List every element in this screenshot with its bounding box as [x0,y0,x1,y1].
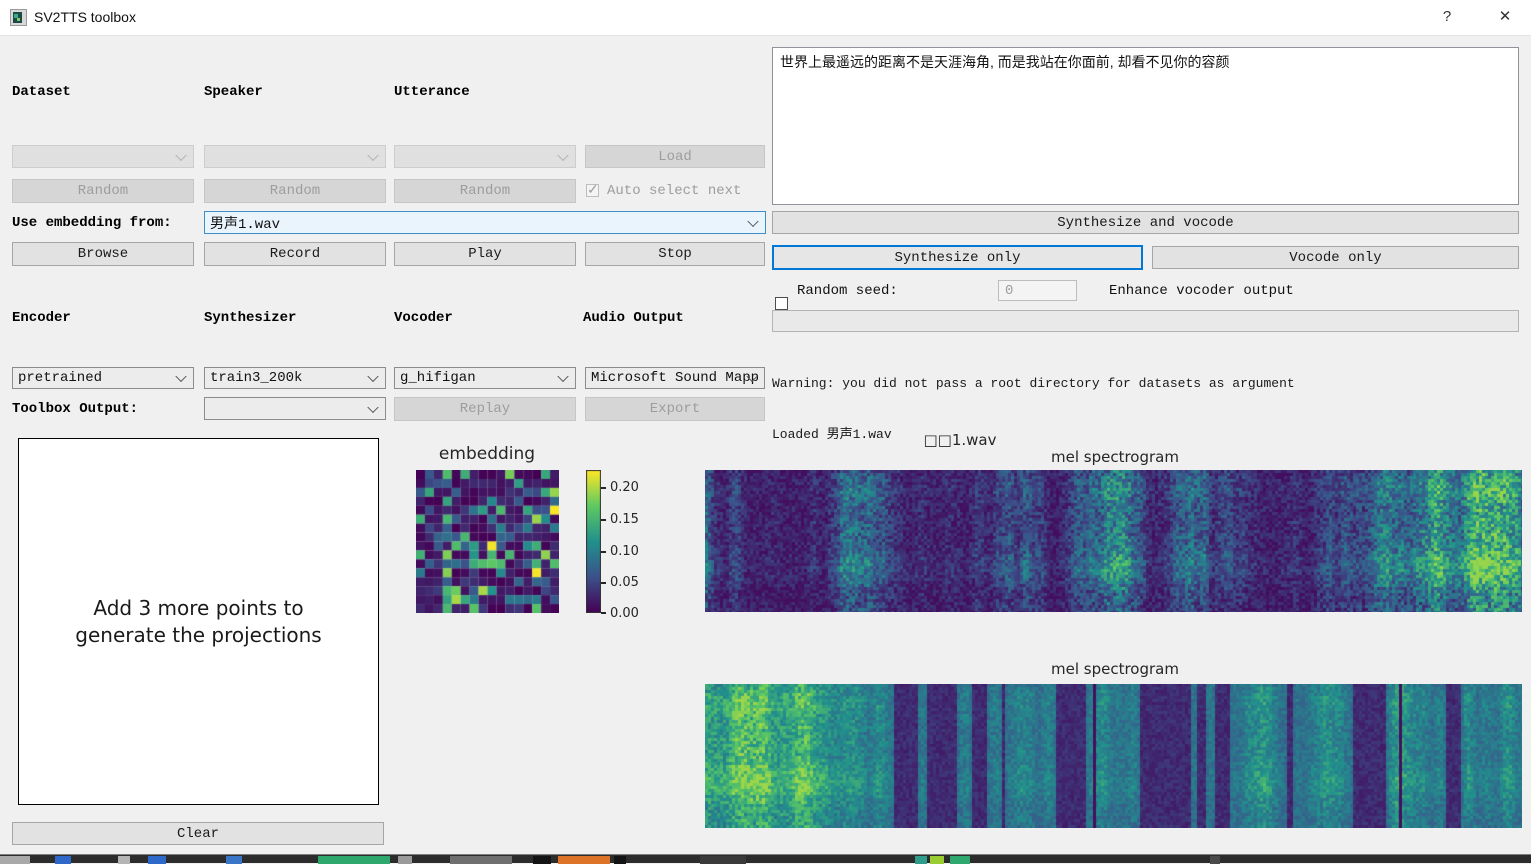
projections-panel[interactable]: Add 3 more points to generate the projec… [18,438,379,805]
utterance-random-button[interactable]: Random [394,179,576,203]
vocoder-label: Vocoder [394,310,453,326]
app-icon [10,9,27,26]
embedding-heatmap [416,470,559,613]
speaker-select[interactable] [204,145,386,168]
taskbar-strip [0,854,1531,863]
close-button[interactable]: ✕ [1490,4,1520,30]
chevron-down-icon [367,149,378,160]
export-button[interactable]: Export [585,397,765,421]
colorbar-tickmark [601,487,606,489]
utterance-label: Utterance [394,84,470,100]
colorbar-tickmark [601,612,606,614]
enhance-vocoder-label: Enhance vocoder output [1109,283,1294,299]
embedding-source-value: 男声1.wav [210,213,280,233]
toolbox-output-label: Toolbox Output: [12,401,138,417]
text-input-area[interactable]: 世界上最遥远的距离不是天涯海角, 而是我站在你面前, 却看不见你的容颜 [772,47,1519,205]
colorbar-tickmark [601,582,606,584]
synthesizer-select[interactable]: train3_200k [204,367,386,389]
use-embedding-label: Use embedding from: [12,215,172,231]
colorbar-tick: 0.10 [610,544,639,559]
chevron-down-icon [747,215,758,226]
vocoder-value: g_hifigan [400,370,476,386]
chevron-down-icon [367,401,378,412]
auto-select-next-checkbox[interactable]: ✓ [586,184,599,197]
log-line: Warning: you did not pass a root directo… [772,375,1527,392]
colorbar-tickmark [601,519,606,521]
encoder-value: pretrained [18,370,102,386]
dataset-label: Dataset [12,84,71,100]
synthesizer-label: Synthesizer [204,310,296,326]
load-button[interactable]: Load [585,145,765,168]
colorbar-tick: 0.20 [610,480,639,495]
synthesizer-value: train3_200k [210,370,302,386]
speaker-random-button[interactable]: Random [204,179,386,203]
titlebar[interactable]: SV2TTS toolbox ? ✕ [0,0,1531,36]
synthesize-only-button[interactable]: Synthesize only [772,245,1143,270]
random-seed-label: Random seed: [797,283,898,299]
vocoder-select[interactable]: g_hifigan [394,367,576,389]
encoder-label: Encoder [12,310,71,326]
encoder-select[interactable]: pretrained [12,367,194,389]
progress-bar [772,310,1519,332]
chevron-down-icon [367,371,378,382]
projections-message-line1: Add 3 more points to [75,595,321,622]
utterance-select[interactable] [394,145,576,168]
replay-button[interactable]: Replay [394,397,576,421]
stop-button[interactable]: Stop [585,242,765,266]
mel-spectrogram-top-title: mel spectrogram [1020,448,1210,466]
clear-button[interactable]: Clear [12,822,384,845]
auto-select-next-label: Auto select next [607,183,741,199]
log-output: Warning: you did not pass a root directo… [772,341,1527,429]
mel-spectrogram-bottom-title: mel spectrogram [1020,660,1210,678]
embedding-plot-title: embedding [410,444,564,464]
play-button[interactable]: Play [394,242,576,266]
help-button[interactable]: ? [1432,4,1462,30]
chevron-down-icon [175,149,186,160]
vocode-only-button[interactable]: Vocode only [1152,246,1519,269]
audio-output-select[interactable]: Microsoft Sound Mapp [585,367,765,389]
colorbar-tick: 0.15 [610,512,639,527]
embedding-source-select[interactable]: 男声1.wav [204,211,766,234]
speaker-label: Speaker [204,84,263,100]
toolbox-output-select[interactable] [204,397,386,420]
chevron-down-icon [557,149,568,160]
synthesize-and-vocode-button[interactable]: Synthesize and vocode [772,211,1519,234]
audio-output-value: Microsoft Sound Mapp [591,370,759,386]
seed-input[interactable] [998,280,1077,301]
random-seed-checkbox[interactable] [775,297,788,310]
chevron-down-icon [175,371,186,382]
record-button[interactable]: Record [204,242,386,266]
colorbar [586,470,601,613]
dataset-random-button[interactable]: Random [12,179,194,203]
colorbar-tick: 0.00 [610,606,639,621]
dataset-select[interactable] [12,145,194,168]
utterance-plot-title: □□1.wav [870,431,1050,449]
mel-spectrogram-bottom [705,684,1522,828]
colorbar-tick: 0.05 [610,575,639,590]
window-title: SV2TTS toolbox [34,9,136,25]
check-icon: ✓ [587,181,599,198]
browse-button[interactable]: Browse [12,242,194,266]
projections-message-line2: generate the projections [75,622,321,649]
chevron-down-icon [557,371,568,382]
mel-spectrogram-top [705,470,1522,612]
colorbar-tickmark [601,551,606,553]
audio-output-label: Audio Output [583,310,684,326]
projections-message: Add 3 more points to generate the projec… [75,595,321,649]
sv2tts-toolbox-window: { "window": { "title": "SV2TTS toolbox",… [0,0,1531,863]
